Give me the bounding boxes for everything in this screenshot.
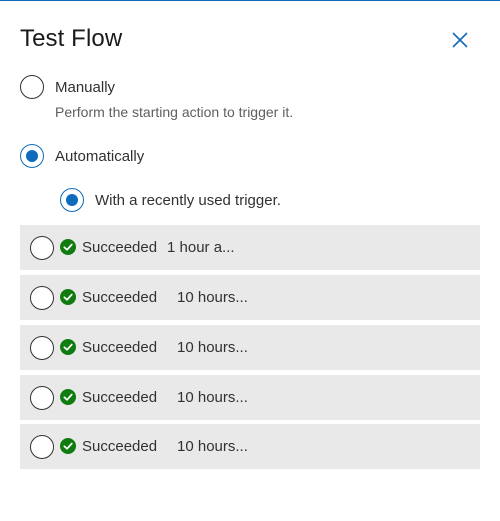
automatically-radio[interactable] (20, 144, 44, 168)
close-icon[interactable] (447, 27, 473, 53)
run-status: Succeeded (82, 289, 158, 306)
manually-radio[interactable] (20, 75, 44, 99)
success-check-icon (60, 389, 76, 405)
run-select-radio[interactable] (30, 236, 54, 260)
run-select-radio[interactable] (30, 435, 54, 459)
run-select-radio[interactable] (30, 386, 54, 410)
run-row[interactable]: Succeeded 1 hour a... (20, 225, 480, 270)
run-row[interactable]: Succeeded 10 hours... (20, 325, 480, 370)
run-select-radio[interactable] (30, 286, 54, 310)
run-time: 1 hour a... (167, 239, 235, 256)
success-check-icon (60, 289, 76, 305)
run-status: Succeeded (82, 438, 158, 455)
recent-trigger-radio[interactable] (60, 188, 84, 212)
run-time: 10 hours... (177, 289, 248, 306)
run-row[interactable]: Succeeded 10 hours... (20, 424, 480, 469)
test-flow-panel: Test Flow Manually Perform the starting … (0, 0, 500, 521)
manually-label[interactable]: Manually (55, 79, 115, 96)
run-status: Succeeded (82, 239, 158, 256)
recent-trigger-label[interactable]: With a recently used trigger. (95, 192, 281, 209)
run-row[interactable]: Succeeded 10 hours... (20, 275, 480, 320)
run-time: 10 hours... (177, 339, 248, 356)
success-check-icon (60, 239, 76, 255)
success-check-icon (60, 339, 76, 355)
success-check-icon (60, 438, 76, 454)
run-status: Succeeded (82, 389, 158, 406)
run-select-radio[interactable] (30, 336, 54, 360)
run-time: 10 hours... (177, 438, 248, 455)
panel-title: Test Flow (20, 25, 123, 52)
run-row[interactable]: Succeeded 10 hours... (20, 375, 480, 420)
run-time: 10 hours... (177, 389, 248, 406)
run-status: Succeeded (82, 339, 158, 356)
automatically-label[interactable]: Automatically (55, 148, 144, 165)
manually-description: Perform the starting action to trigger i… (55, 104, 294, 120)
